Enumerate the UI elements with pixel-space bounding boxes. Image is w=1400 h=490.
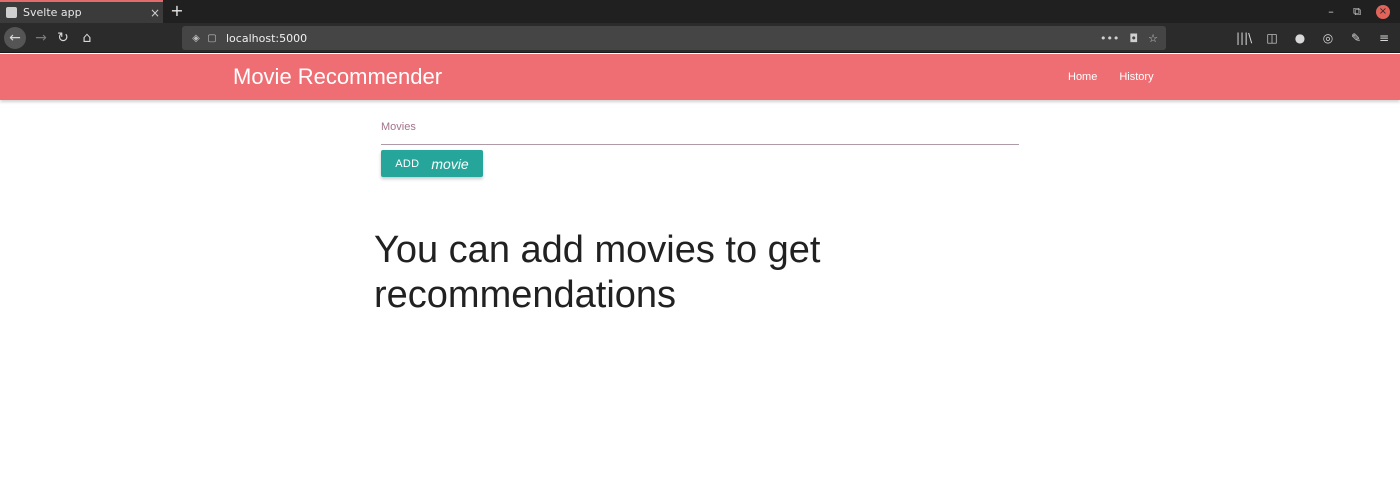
forward-icon[interactable]: →: [30, 27, 52, 49]
restore-icon[interactable]: ⧉: [1350, 5, 1364, 19]
sidebar-icon[interactable]: ◫: [1264, 31, 1280, 45]
tab-close-icon[interactable]: ×: [147, 6, 163, 20]
toolbar-right-icons: |||\ ◫ ● ◎ ✎ ≡: [1236, 27, 1392, 49]
empty-state-message: You can add movies to get recommendation…: [374, 229, 821, 316]
add-button-label: ADD: [395, 157, 420, 170]
new-tab-button[interactable]: +: [168, 1, 186, 21]
nav-home[interactable]: Home: [1068, 69, 1097, 85]
nav-history[interactable]: History: [1119, 69, 1153, 85]
add-movie-button[interactable]: ADD movie: [381, 150, 483, 177]
account-icon[interactable]: ●: [1292, 31, 1308, 45]
minimize-icon[interactable]: –: [1324, 5, 1338, 18]
browser-tab[interactable]: Svelte app ×: [0, 0, 163, 23]
url-bar[interactable]: ◈ ▢ localhost:5000 ••• ◘ ☆: [182, 26, 1166, 50]
pen-icon[interactable]: ✎: [1348, 31, 1364, 45]
movie-icon: movie: [431, 155, 469, 172]
browser-titlebar: Svelte app × + – ⧉ ×: [0, 0, 1400, 23]
shield-icon[interactable]: ◈: [188, 33, 204, 44]
page-info-icon[interactable]: ▢: [204, 33, 220, 44]
movies-input[interactable]: [381, 125, 1019, 143]
movies-field: Movies: [381, 121, 1019, 145]
url-actions: ••• ◘ ☆: [1100, 32, 1166, 45]
window-controls: – ⧉ ×: [1324, 0, 1400, 23]
back-icon[interactable]: ←: [4, 27, 26, 49]
star-icon[interactable]: ☆: [1148, 32, 1158, 45]
nav-links: Home History: [1068, 69, 1154, 85]
pocket-icon[interactable]: ◘: [1129, 32, 1138, 45]
svelte-favicon-icon: [6, 7, 17, 18]
brand-logo[interactable]: Movie Recommender: [233, 63, 442, 91]
page-actions-icon[interactable]: •••: [1100, 32, 1119, 45]
tab-title: Svelte app: [23, 6, 82, 19]
reload-icon[interactable]: ↻: [52, 27, 74, 49]
app-header: Movie Recommender Home History: [0, 54, 1400, 100]
extension-icon[interactable]: ◎: [1320, 31, 1336, 45]
url-text[interactable]: localhost:5000: [226, 32, 1100, 45]
browser-toolbar: ← → ↻ ⌂ ◈ ▢ localhost:5000 ••• ◘ ☆ |||\ …: [0, 23, 1400, 53]
home-icon[interactable]: ⌂: [76, 27, 98, 49]
close-window-icon[interactable]: ×: [1376, 4, 1390, 19]
menu-icon[interactable]: ≡: [1376, 31, 1392, 45]
library-icon[interactable]: |||\: [1236, 31, 1252, 45]
